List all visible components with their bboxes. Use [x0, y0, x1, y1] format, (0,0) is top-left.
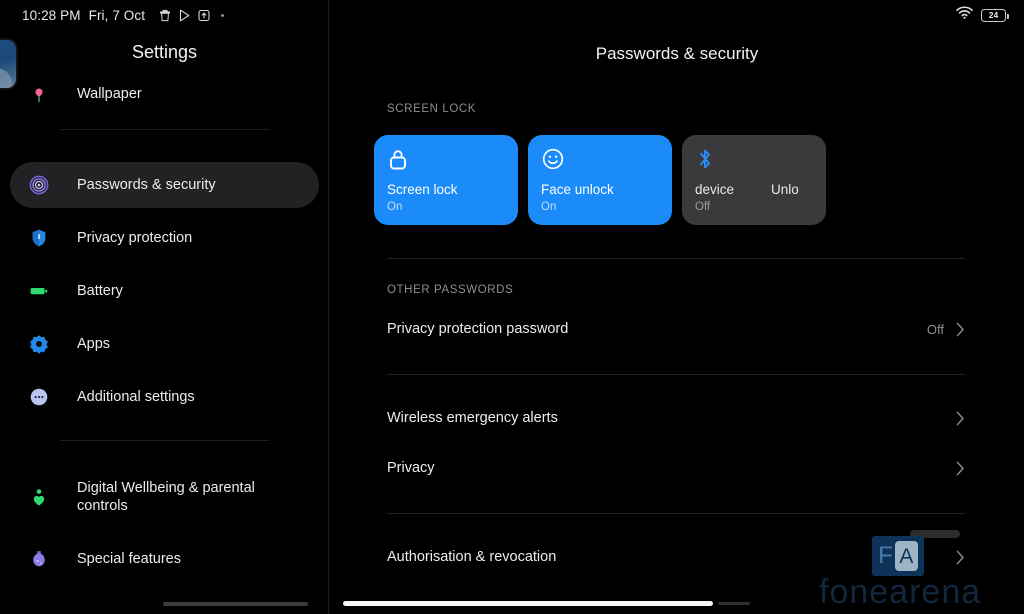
row-label: Authorisation & revocation: [387, 549, 557, 565]
row-wireless-emergency-alerts[interactable]: Wireless emergency alerts: [387, 401, 965, 435]
logo-letter-f: F: [878, 542, 893, 569]
apps-gear-icon: [26, 331, 52, 357]
lock-icon: [387, 147, 505, 173]
divider-after-privacy: [387, 513, 965, 514]
status-bar: 10:28 PM Fri, 7 Oct 24: [0, 0, 1024, 30]
card-title: Screen lock: [387, 182, 458, 197]
more-dots-icon: [26, 384, 52, 410]
sidebar-item-label: Passwords & security: [77, 177, 216, 193]
chevron-right-icon: [956, 411, 965, 426]
page-title: Passwords & security: [595, 44, 759, 63]
sidebar-item-label: Additional settings: [77, 389, 195, 405]
card-status: On: [541, 201, 557, 213]
bluetooth-icon: [695, 147, 813, 173]
sidebar-item-label: Battery: [77, 283, 123, 299]
logo-letter-a: A: [894, 541, 918, 571]
battery-status-icon: 24: [981, 8, 1009, 22]
sidebar-item-privacy-protection[interactable]: Privacy protection: [10, 215, 319, 261]
sidebar-item-label: Special features: [77, 551, 181, 567]
sidebar-divider-top: [60, 129, 269, 130]
sidebar-item-label: Digital Wellbeing & parental controls: [77, 480, 255, 514]
upload-box-icon: [198, 9, 210, 22]
settings-screen: 10:28 PM Fri, 7 Oct 24 Settings Wallpape…: [0, 0, 1024, 614]
card-title: Face unlock: [541, 182, 614, 197]
settings-sidebar: Settings Wallpaper Passwords & security …: [0, 0, 329, 614]
screen-lock-cards: Screen lock On Face unlock On device Unl…: [374, 135, 826, 225]
sidebar-item-apps[interactable]: Apps: [10, 321, 319, 367]
wifi-icon: [956, 6, 973, 24]
chevron-right-icon: [956, 461, 965, 476]
shield-icon: [26, 225, 52, 251]
card-status: Off: [695, 201, 711, 213]
card-status: On: [387, 201, 403, 213]
sidebar-item-special-features[interactable]: Special features: [10, 536, 319, 582]
card-title-overflow: Unlo: [771, 182, 799, 197]
trash-icon: [159, 9, 171, 22]
sidebar-item-wallpaper[interactable]: Wallpaper: [10, 71, 319, 117]
card-bluetooth-unlock[interactable]: device Unlo Off: [682, 135, 826, 225]
row-privacy[interactable]: Privacy: [387, 451, 965, 485]
status-date: Fri, 7 Oct: [88, 7, 146, 23]
divider-after-privacy-password: [387, 374, 965, 375]
card-title: device: [695, 182, 735, 197]
status-notification-icons: [159, 9, 225, 22]
card-face-unlock[interactable]: Face unlock On: [528, 135, 672, 225]
screen-lock-section-label: SCREEN LOCK: [387, 103, 477, 115]
sidebar-gesture-bar[interactable]: [163, 602, 308, 606]
status-time: 10:28 PM: [22, 7, 81, 23]
row-value: Off: [926, 321, 944, 337]
play-store-icon: [178, 9, 191, 22]
main-content-panel: Passwords & security SCREEN LOCK Screen …: [330, 0, 1024, 614]
smiley-face-icon: [541, 147, 659, 173]
gesture-bar-stub: [718, 602, 750, 605]
status-bar-left: 10:28 PM Fri, 7 Oct: [0, 7, 225, 23]
sidebar-item-label: Wallpaper: [77, 86, 142, 102]
card-screen-lock[interactable]: Screen lock On: [374, 135, 518, 225]
overflow-dot-icon: [221, 13, 225, 17]
fonearena-logo: F A: [872, 536, 924, 576]
tulip-icon: [26, 81, 52, 107]
sidebar-item-battery[interactable]: Battery: [10, 268, 319, 314]
row-label: Wireless emergency alerts: [387, 410, 558, 426]
row-label: Privacy: [387, 460, 435, 476]
divider-after-cards: [387, 258, 965, 259]
main-gesture-bar[interactable]: [343, 601, 713, 606]
other-passwords-section-label: OTHER PASSWORDS: [387, 284, 514, 296]
fingerprint-icon: [26, 172, 52, 198]
sidebar-item-digital-wellbeing[interactable]: Digital Wellbeing & parental controls: [10, 468, 319, 526]
sidebar-item-label: Apps: [77, 336, 111, 352]
sidebar-title: Settings: [131, 42, 198, 62]
sidebar-item-passwords-security[interactable]: Passwords & security: [10, 162, 319, 208]
watermark-text: fonearena: [819, 573, 982, 611]
sidebar-item-additional-settings[interactable]: Additional settings: [10, 374, 319, 420]
sidebar-divider-bottom: [60, 440, 269, 441]
wellbeing-icon: [26, 484, 52, 510]
special-features-icon: [26, 546, 52, 572]
row-privacy-protection-password[interactable]: Privacy protection password Off: [387, 312, 965, 346]
watermark: F A fonearena: [819, 526, 1024, 614]
row-label: Privacy protection password: [387, 321, 569, 337]
chevron-right-icon: [956, 322, 965, 337]
battery-icon: [26, 278, 52, 304]
battery-percent-label: 24: [988, 9, 999, 20]
sidebar-item-label: Privacy protection: [77, 230, 193, 246]
status-bar-right: 24: [956, 0, 1009, 30]
